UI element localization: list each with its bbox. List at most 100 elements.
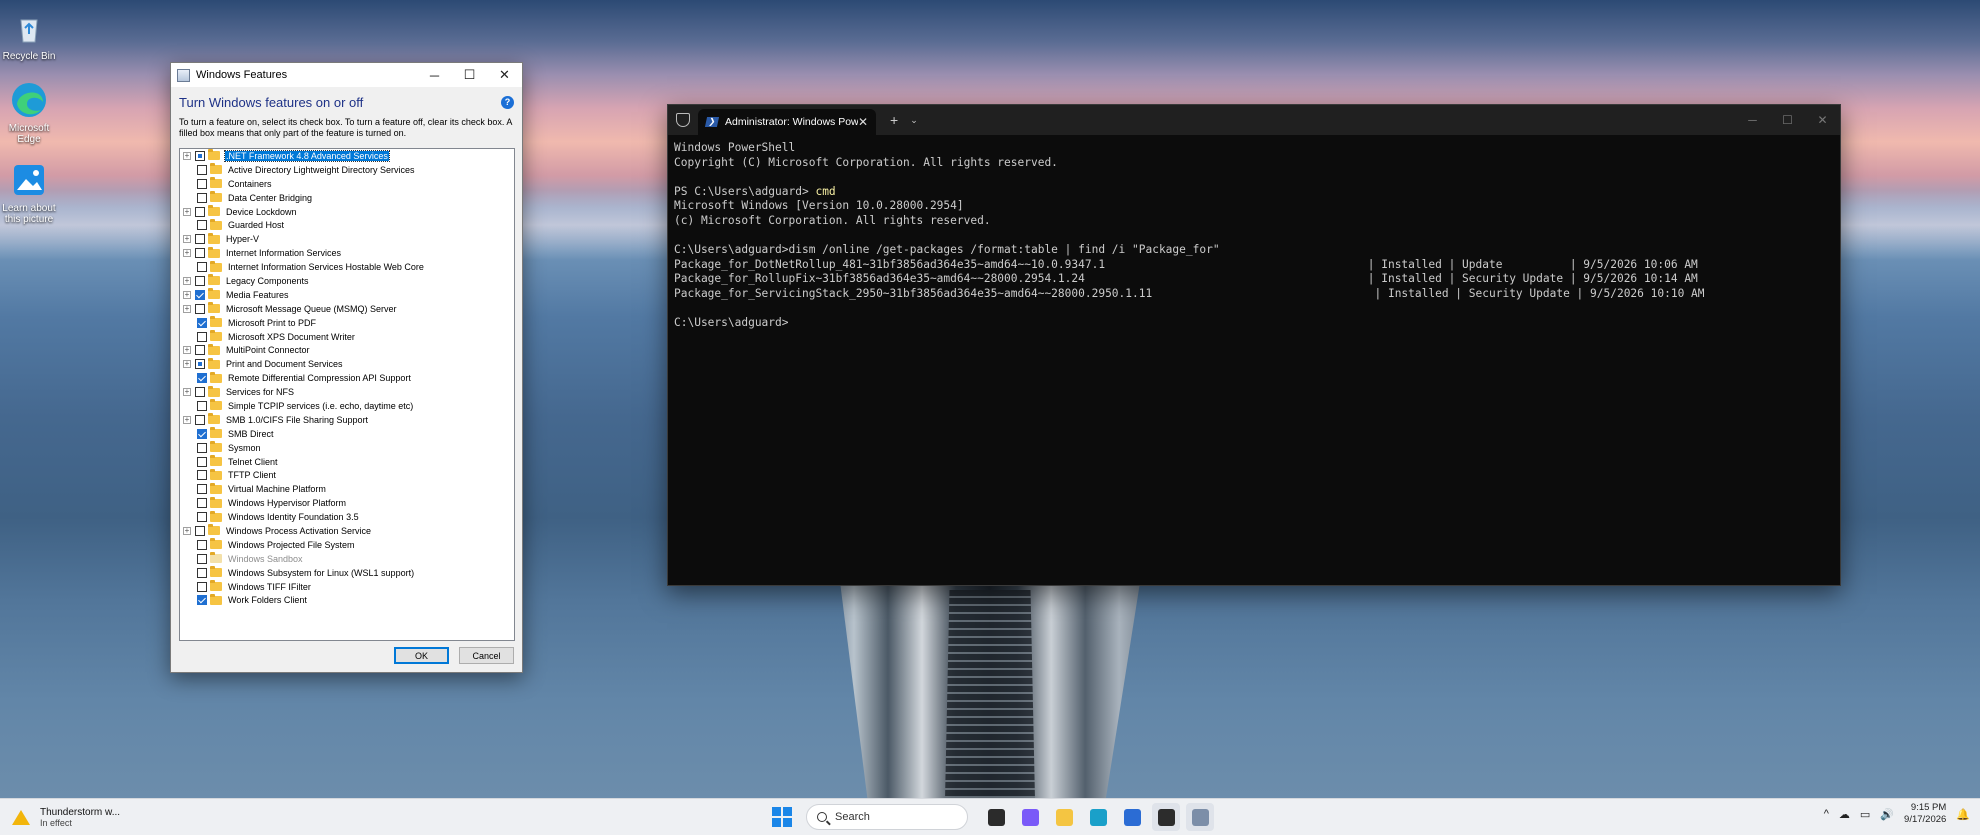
- feature-row[interactable]: Containers: [180, 177, 514, 191]
- feature-row[interactable]: SMB Direct: [180, 427, 514, 441]
- feature-row[interactable]: Windows Hypervisor Platform: [180, 496, 514, 510]
- feature-row[interactable]: + Print and Document Services: [180, 357, 514, 371]
- terminal-minimize-button[interactable]: ─: [1735, 113, 1770, 127]
- minimize-button[interactable]: ─: [417, 63, 452, 87]
- expand-plus-icon[interactable]: +: [183, 526, 191, 535]
- onedrive-icon[interactable]: ☁: [1839, 808, 1850, 821]
- expand-plus-icon[interactable]: +: [183, 151, 191, 160]
- feature-checkbox[interactable]: [195, 303, 205, 314]
- feature-row[interactable]: Windows TIFF IFilter: [180, 580, 514, 594]
- volume-icon[interactable]: 🔊: [1880, 808, 1894, 821]
- feature-row[interactable]: Internet Information Services Hostable W…: [180, 260, 514, 274]
- expand-plus-icon[interactable]: +: [183, 346, 191, 355]
- expand-plus-icon[interactable]: +: [183, 207, 191, 216]
- desktop-icon-learn-picture[interactable]: Learn about this picture: [0, 160, 58, 225]
- terminal-close-button[interactable]: ✕: [1805, 113, 1840, 127]
- feature-checkbox[interactable]: [197, 581, 207, 592]
- feature-checkbox[interactable]: [197, 220, 207, 231]
- feature-row[interactable]: Active Directory Lightweight Directory S…: [180, 163, 514, 177]
- feature-checkbox[interactable]: [195, 525, 205, 536]
- feature-row[interactable]: Guarded Host: [180, 218, 514, 232]
- feature-row[interactable]: + SMB 1.0/CIFS File Sharing Support: [180, 413, 514, 427]
- taskbar-app-task-view[interactable]: [982, 803, 1010, 831]
- expand-plus-icon[interactable]: +: [183, 290, 191, 299]
- feature-checkbox[interactable]: [197, 164, 207, 175]
- expand-plus-icon[interactable]: +: [183, 235, 191, 244]
- cancel-button[interactable]: Cancel: [459, 647, 514, 664]
- feature-row[interactable]: + Media Features: [180, 288, 514, 302]
- feature-row[interactable]: Windows Subsystem for Linux (WSL1 suppor…: [180, 566, 514, 580]
- feature-checkbox[interactable]: [195, 150, 205, 161]
- feature-checkbox[interactable]: [195, 359, 205, 370]
- expand-plus-icon[interactable]: +: [183, 415, 191, 424]
- tab-close-icon[interactable]: ✕: [858, 115, 868, 129]
- feature-checkbox[interactable]: [195, 206, 205, 217]
- terminal-output[interactable]: Windows PowerShell Copyright (C) Microsof…: [668, 135, 1840, 337]
- feature-checkbox[interactable]: [197, 512, 207, 523]
- feature-checkbox[interactable]: [197, 484, 207, 495]
- feature-row[interactable]: + Internet Information Services: [180, 246, 514, 260]
- feature-row[interactable]: Work Folders Client: [180, 593, 514, 608]
- feature-checkbox[interactable]: [197, 400, 207, 411]
- feature-row[interactable]: + MultiPoint Connector: [180, 343, 514, 357]
- features-tree[interactable]: + .NET Framework 4.8 Advanced Services Act…: [179, 148, 515, 641]
- taskbar-search[interactable]: Search: [806, 804, 968, 830]
- feature-row[interactable]: + Windows Process Activation Service: [180, 524, 514, 538]
- feature-row[interactable]: Simple TCPIP services (i.e. echo, daytim…: [180, 399, 514, 413]
- feature-checkbox[interactable]: [197, 442, 207, 453]
- feature-checkbox[interactable]: [197, 498, 207, 509]
- feature-checkbox[interactable]: [195, 275, 205, 286]
- desktop-icon-edge[interactable]: Microsoft Edge: [0, 80, 58, 145]
- tray-overflow-icon[interactable]: ^: [1824, 808, 1829, 820]
- notification-bell-icon[interactable]: 🔔: [1956, 808, 1970, 821]
- feature-row[interactable]: Remote Differential Compression API Supp…: [180, 371, 514, 385]
- ok-button[interactable]: OK: [394, 647, 449, 664]
- terminal-titlebar[interactable]: ❯ Administrator: Windows Powe ✕ + ⌄ ─ ☐ …: [668, 105, 1840, 135]
- expand-plus-icon[interactable]: +: [183, 249, 191, 258]
- feature-row[interactable]: Telnet Client: [180, 455, 514, 469]
- feature-row[interactable]: Microsoft Print to PDF: [180, 316, 514, 330]
- terminal-maximize-button[interactable]: ☐: [1770, 113, 1805, 127]
- taskbar-app-copilot[interactable]: [1016, 803, 1044, 831]
- feature-row[interactable]: + .NET Framework 4.8 Advanced Services: [180, 149, 514, 163]
- feature-checkbox[interactable]: [195, 387, 205, 398]
- feature-checkbox[interactable]: [197, 456, 207, 467]
- feature-checkbox[interactable]: [197, 178, 207, 189]
- help-icon[interactable]: ?: [501, 95, 514, 109]
- feature-checkbox[interactable]: [197, 539, 207, 550]
- expand-plus-icon[interactable]: +: [183, 360, 191, 369]
- feature-row[interactable]: + Device Lockdown: [180, 205, 514, 219]
- feature-checkbox[interactable]: [197, 262, 207, 273]
- feature-row[interactable]: Microsoft XPS Document Writer: [180, 330, 514, 344]
- feature-row[interactable]: TFTP Client: [180, 468, 514, 482]
- feature-row[interactable]: Sysmon: [180, 441, 514, 455]
- feature-checkbox[interactable]: [195, 234, 205, 245]
- feature-row[interactable]: + Legacy Components: [180, 274, 514, 288]
- feature-row[interactable]: Virtual Machine Platform: [180, 482, 514, 496]
- desktop-icon-recycle-bin[interactable]: Recycle Bin: [0, 8, 58, 62]
- new-tab-plus-icon[interactable]: +: [890, 112, 898, 128]
- taskbar-app-file-explorer[interactable]: [1050, 803, 1078, 831]
- feature-checkbox[interactable]: [197, 373, 207, 384]
- feature-checkbox[interactable]: [197, 331, 207, 342]
- maximize-button[interactable]: ☐: [452, 63, 487, 87]
- feature-checkbox[interactable]: [197, 317, 207, 328]
- feature-checkbox[interactable]: [197, 192, 207, 203]
- feature-row[interactable]: Windows Sandbox: [180, 552, 514, 566]
- tab-powershell[interactable]: ❯ Administrator: Windows Powe ✕: [698, 109, 876, 135]
- feature-checkbox[interactable]: [195, 345, 205, 356]
- taskbar-app-windows-features[interactable]: [1186, 803, 1214, 831]
- feature-checkbox[interactable]: [197, 428, 207, 439]
- taskbar-app-store[interactable]: [1118, 803, 1146, 831]
- feature-row[interactable]: + Services for NFS: [180, 385, 514, 399]
- expand-plus-icon[interactable]: +: [183, 388, 191, 397]
- feature-row[interactable]: + Hyper-V: [180, 232, 514, 246]
- expand-plus-icon[interactable]: +: [183, 304, 191, 313]
- taskbar-app-terminal[interactable]: [1152, 803, 1180, 831]
- feature-checkbox[interactable]: [197, 567, 207, 578]
- start-button[interactable]: [772, 807, 792, 827]
- taskbar-app-edge[interactable]: [1084, 803, 1112, 831]
- feature-checkbox[interactable]: [197, 595, 207, 606]
- feature-checkbox[interactable]: [195, 248, 205, 259]
- feature-row[interactable]: Windows Identity Foundation 3.5: [180, 510, 514, 524]
